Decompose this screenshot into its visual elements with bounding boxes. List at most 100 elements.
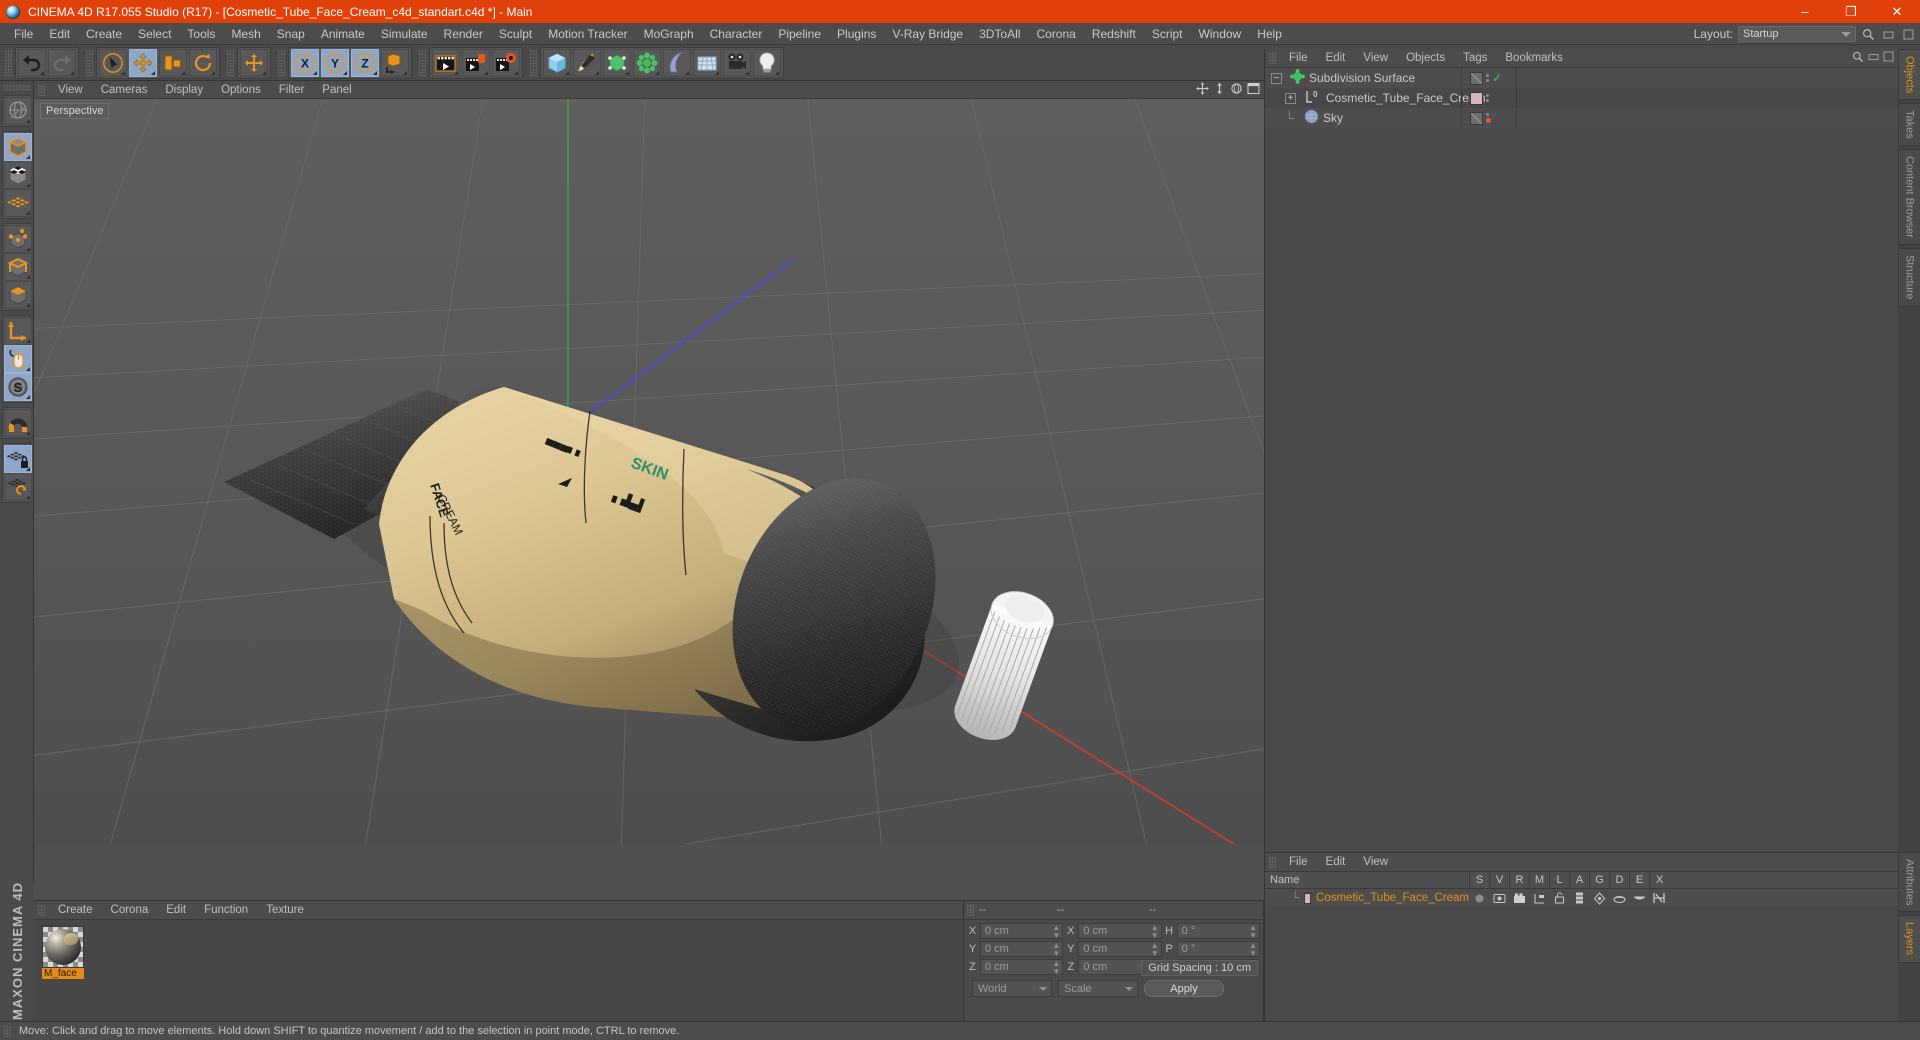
- material-menu-function[interactable]: Function: [195, 901, 257, 920]
- texture-mode-button[interactable]: [4, 161, 32, 189]
- add-spline-button[interactable]: [573, 48, 601, 77]
- expand-corner-icon[interactable]: [26, 495, 30, 499]
- add-cube-button[interactable]: [543, 48, 571, 77]
- expand-corner-icon[interactable]: [745, 70, 749, 75]
- position-y-field[interactable]: 0 cm ▲ ▼: [980, 941, 1064, 958]
- object-menu-bookmarks[interactable]: Bookmarks: [1496, 49, 1572, 68]
- toolbar-grip[interactable]: [530, 48, 537, 77]
- viewport-menu-filter[interactable]: Filter: [270, 81, 314, 99]
- toolbar-grip[interactable]: [5, 48, 12, 77]
- maximize-view-icon[interactable]: [1247, 82, 1260, 98]
- expand-corner-icon[interactable]: [514, 70, 518, 75]
- lock-y-button[interactable]: Y: [321, 48, 349, 77]
- layer-column-header-D[interactable]: D: [1609, 871, 1629, 889]
- object-row[interactable]: +0 Cosmetic_Tube_Face_Cream: [1265, 88, 1898, 108]
- expand-corner-icon[interactable]: [26, 395, 30, 399]
- viewport-menu-view[interactable]: View: [49, 81, 92, 99]
- panel-grip[interactable]: [1269, 52, 1276, 64]
- expand-corner-icon[interactable]: [151, 70, 155, 75]
- manager-icon[interactable]: [1529, 893, 1549, 904]
- expand-corner-icon[interactable]: [26, 247, 30, 251]
- viewport-menu-grip[interactable]: [38, 83, 45, 96]
- viewport-menu-panel[interactable]: Panel: [313, 81, 360, 99]
- layer-menu-file[interactable]: File: [1280, 853, 1317, 872]
- move-tool-button[interactable]: [129, 48, 157, 77]
- menu-item-select[interactable]: Select: [130, 23, 179, 45]
- expand-corner-icon[interactable]: [313, 70, 317, 75]
- expand-corner-icon[interactable]: [403, 70, 407, 75]
- object-row[interactable]: − Subdivision Surface ✓: [1265, 68, 1898, 88]
- object-menu-objects[interactable]: Objects: [1397, 49, 1454, 68]
- expand-corner-icon[interactable]: [26, 155, 30, 159]
- menu-item-animate[interactable]: Animate: [313, 23, 373, 45]
- solo-dot-icon[interactable]: [1469, 893, 1489, 904]
- deformer-icon[interactable]: [1609, 892, 1629, 905]
- spinner-icon[interactable]: ▲▼: [1151, 942, 1159, 958]
- expand-corner-icon[interactable]: [484, 70, 488, 75]
- expand-corner-icon[interactable]: [775, 70, 779, 75]
- expand-corner-icon[interactable]: [26, 339, 30, 343]
- object-menu-tags[interactable]: Tags: [1454, 49, 1496, 68]
- toolbar-grip[interactable]: [419, 48, 426, 77]
- animation-icon[interactable]: [1569, 892, 1589, 904]
- layer-row[interactable]: └ Cosmetic_Tube_Face_Cream: [1265, 889, 1898, 907]
- minimize-button[interactable]: –: [1782, 0, 1828, 23]
- expand-corner-icon[interactable]: [655, 70, 659, 75]
- object-menu-file[interactable]: File: [1280, 49, 1317, 68]
- maximize-panel-icon[interactable]: [1883, 51, 1894, 66]
- scale-snap-button[interactable]: S: [4, 373, 32, 401]
- render-view-button[interactable]: [432, 48, 460, 77]
- enabled-check-icon[interactable]: ✓: [1492, 71, 1502, 85]
- expand-corner-icon[interactable]: [595, 70, 599, 75]
- layer-name-column-header[interactable]: Name: [1265, 874, 1469, 886]
- workplane-rotate-button[interactable]: [4, 473, 32, 501]
- menu-item-window[interactable]: Window: [1191, 23, 1250, 45]
- expand-expander-icon[interactable]: +: [1285, 92, 1296, 104]
- spinner-icon[interactable]: ▲▼: [1052, 942, 1060, 958]
- object-menu-edit[interactable]: Edit: [1317, 49, 1355, 68]
- generator-icon[interactable]: [1589, 891, 1609, 905]
- viewport-menu-cameras[interactable]: Cameras: [92, 81, 157, 99]
- apply-button[interactable]: Apply: [1144, 980, 1224, 997]
- panel-grip[interactable]: [1269, 856, 1276, 868]
- menu-item-mesh[interactable]: Mesh: [223, 23, 268, 45]
- expand-corner-icon[interactable]: [373, 70, 377, 75]
- expression-icon[interactable]: [1629, 893, 1649, 903]
- material-menu-corona[interactable]: Corona: [102, 901, 158, 920]
- add-camera-button[interactable]: [723, 48, 751, 77]
- expand-corner-icon[interactable]: [262, 70, 266, 75]
- search-icon[interactable]: [1861, 27, 1876, 42]
- layer-column-header-G[interactable]: G: [1589, 871, 1609, 889]
- toolbar-grip[interactable]: [278, 48, 285, 77]
- viewport-menu-options[interactable]: Options: [212, 81, 270, 99]
- spinner-icon[interactable]: ▲▼: [1052, 960, 1060, 976]
- palette-grip[interactable]: [3, 84, 30, 91]
- layer-column-header-A[interactable]: A: [1569, 871, 1589, 889]
- spinner-icon[interactable]: ▲▼: [1249, 942, 1257, 958]
- viewport-menu-display[interactable]: Display: [156, 81, 212, 99]
- add-light-button[interactable]: [753, 48, 781, 77]
- menu-item-sculpt[interactable]: Sculpt: [491, 23, 540, 45]
- search-icon[interactable]: [1852, 51, 1864, 66]
- expand-corner-icon[interactable]: [40, 70, 44, 75]
- polygons-mode-button[interactable]: [4, 281, 32, 309]
- menu-item-motion-tracker[interactable]: Motion Tracker: [540, 23, 635, 45]
- minimize-panel-icon[interactable]: [1868, 51, 1879, 66]
- menu-item-render[interactable]: Render: [436, 23, 491, 45]
- menu-item-file[interactable]: File: [6, 23, 41, 45]
- pan-icon[interactable]: [1196, 82, 1209, 98]
- render-to-picture-viewer-button[interactable]: [462, 48, 490, 77]
- layer-menu-edit[interactable]: Edit: [1317, 853, 1355, 872]
- layer-menu-view[interactable]: View: [1354, 853, 1397, 872]
- layer-column-header-X[interactable]: X: [1649, 871, 1669, 889]
- add-generator-button[interactable]: [603, 48, 631, 77]
- undo-button[interactable]: [18, 48, 46, 77]
- rotate-view-icon[interactable]: [1230, 82, 1243, 98]
- viewport-solo-button[interactable]: [4, 345, 32, 373]
- add-deformer-button[interactable]: [663, 48, 691, 77]
- menu-item-script[interactable]: Script: [1144, 23, 1191, 45]
- layer-color-swatch[interactable]: [1304, 892, 1312, 904]
- maximize-button[interactable]: ❐: [1828, 0, 1874, 23]
- edges-mode-button[interactable]: [4, 253, 32, 281]
- object-row[interactable]: └ Sky: [1265, 108, 1898, 128]
